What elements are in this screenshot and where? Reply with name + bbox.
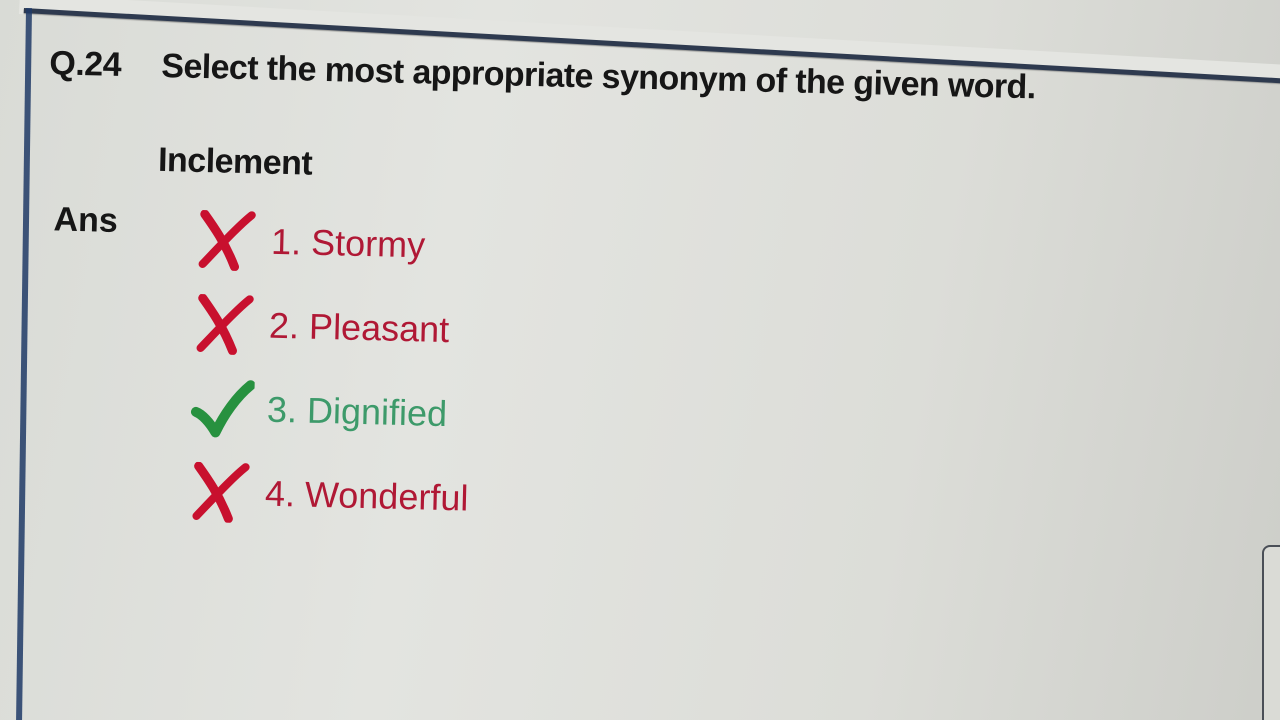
option-4[interactable]: 4. Wonderful <box>184 460 469 531</box>
option-2[interactable]: 2. Pleasant <box>188 292 450 362</box>
cross-icon <box>190 208 262 274</box>
option-label: 4. Wonderful <box>264 472 469 519</box>
option-3[interactable]: 3. Dignified <box>186 376 448 446</box>
option-label: 1. Stormy <box>270 220 426 266</box>
question-text: Select the most appropriate synonym of t… <box>160 46 1037 107</box>
cross-icon <box>184 460 256 526</box>
question-number: Q.24 <box>48 44 122 84</box>
option-label: 3. Dignified <box>266 388 448 435</box>
check-icon <box>186 376 258 442</box>
answer-label: Ans <box>53 200 119 240</box>
question-panel: Q.24 Select the most appropriate synonym… <box>0 0 1280 720</box>
option-1[interactable]: 1. Stormy <box>190 208 426 278</box>
cross-icon <box>188 292 260 358</box>
given-word: Inclement <box>157 140 313 183</box>
screen: Q.24 Select the most appropriate synonym… <box>0 0 1280 720</box>
option-label: 2. Pleasant <box>268 304 450 351</box>
